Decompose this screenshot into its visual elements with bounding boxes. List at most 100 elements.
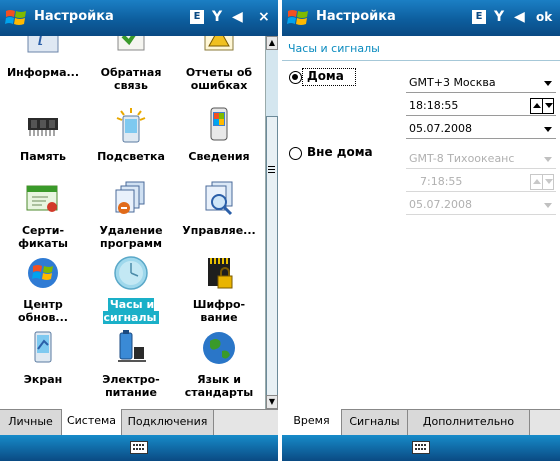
grid-item-label: Управляе...	[182, 224, 256, 237]
spin-separator	[542, 175, 543, 189]
grid-item-power[interactable]: Электро- питание	[88, 329, 174, 407]
tab-time[interactable]: Время	[282, 409, 342, 435]
grid-item-label: Отчеты об ошибках	[185, 66, 253, 92]
windows-start-icon[interactable]	[4, 6, 28, 30]
grid-item-label: Подсветка	[97, 150, 165, 163]
tab-bar: Время Сигналы Дополнительно	[282, 409, 560, 435]
time-spinner[interactable]	[530, 98, 554, 114]
visiting-time-field: 7:18:55	[406, 173, 556, 192]
grid-item-memory[interactable]: Память	[0, 106, 86, 184]
scroll-thumb[interactable]	[266, 116, 278, 396]
visiting-label[interactable]: Вне дома	[307, 145, 373, 159]
error-report-icon	[204, 36, 234, 51]
close-button[interactable]: ×	[258, 8, 270, 26]
screen-icon	[34, 331, 52, 363]
spin-down-icon	[545, 179, 553, 184]
settings-grid: i Информа... Обратная связь Отчеты об ош…	[0, 36, 265, 409]
visiting-radio[interactable]	[289, 147, 302, 160]
keyboard-icon[interactable]	[412, 441, 430, 454]
grid-item-label: Информа...	[6, 66, 80, 79]
grid-item-feedback[interactable]: Обратная связь	[88, 36, 174, 106]
home-label[interactable]: Дома	[307, 69, 344, 83]
scroll-up-button[interactable]: ▲	[266, 36, 278, 50]
home-radio[interactable]	[289, 71, 302, 84]
time-spinner	[530, 174, 554, 190]
grid-item-backlight[interactable]: Подсветка	[88, 106, 174, 184]
scroll-grip-icon	[268, 166, 275, 173]
selected-label: Часы и сигналы	[103, 298, 159, 324]
tab-system[interactable]: Система	[62, 409, 122, 435]
visiting-date-value: 05.07.2008	[409, 198, 472, 211]
grid-item-label: Шифро- вание	[192, 298, 246, 324]
grid-item-screen[interactable]: Экран	[0, 329, 86, 407]
visiting-timezone-value: GMT-8 Тихоокеанс	[409, 152, 515, 165]
soft-key-bar	[0, 435, 278, 461]
spin-down-icon	[545, 103, 553, 108]
feedback-icon	[117, 36, 145, 51]
chevron-down-icon	[544, 157, 552, 162]
globe-icon	[203, 332, 235, 364]
grid-item-update-center[interactable]: Центр обнов...	[0, 254, 86, 332]
grid-item-info[interactable]: i Информа...	[0, 36, 86, 106]
remove-programs-icon	[115, 181, 145, 214]
grid-item-label: Серти- фикаты	[18, 224, 68, 250]
grid-item-managed-programs[interactable]: Управляе...	[176, 180, 262, 258]
grid-item-certificates[interactable]: Серти- фикаты	[0, 180, 86, 258]
network-type-icon: E	[190, 10, 204, 24]
tab-advanced[interactable]: Дополнительно	[408, 410, 530, 435]
grid-item-label: Часы и сигналы	[88, 298, 174, 324]
grid-item-clock-alarms[interactable]: Часы и сигналы	[88, 254, 174, 332]
tab-connections[interactable]: Подключения	[122, 410, 214, 435]
clock-alarms-screen: Настройка E Y ◀ ok Часы и сигналы Дома G…	[282, 0, 560, 461]
vertical-scrollbar[interactable]: ▲ ▼	[265, 36, 278, 409]
visiting-time-value: 7:18:55	[420, 175, 463, 188]
info-icon: i	[27, 36, 59, 53]
scroll-down-button[interactable]: ▼	[266, 395, 278, 409]
chevron-down-icon	[544, 81, 552, 86]
home-date-dropdown[interactable]: 05.07.2008	[406, 120, 556, 139]
clock-icon	[114, 256, 148, 290]
home-timezone-value: GMT+3 Москва	[409, 76, 496, 89]
grid-item-label: Обратная связь	[100, 66, 162, 92]
grid-item-language[interactable]: Язык и стандарты	[176, 329, 262, 407]
grid-item-error-reports[interactable]: Отчеты об ошибках	[176, 36, 262, 106]
spin-up-icon	[533, 103, 541, 108]
home-timezone-dropdown[interactable]: GMT+3 Москва	[406, 74, 556, 93]
settings-screen: Настройка E Y ◀ × i Информа... Обратная …	[0, 0, 278, 461]
power-icon	[118, 330, 146, 362]
encryption-icon	[208, 258, 233, 289]
page-title: Часы и сигналы	[288, 42, 380, 55]
tab-alarms[interactable]: Сигналы	[342, 410, 408, 435]
visiting-timezone-dropdown: GMT-8 Тихоокеанс	[406, 150, 556, 169]
ok-button[interactable]: ok	[536, 8, 552, 26]
chevron-down-icon	[544, 203, 552, 208]
grid-item-label: Электро- питание	[102, 373, 160, 399]
home-time-field[interactable]: 18:18:55	[406, 97, 556, 116]
signal-strength-icon[interactable]: Y	[494, 8, 504, 26]
grid-item-label: Центр обнов...	[18, 298, 68, 324]
volume-icon[interactable]: ◀	[514, 8, 525, 26]
backlight-icon	[116, 108, 146, 143]
signal-strength-icon[interactable]: Y	[212, 8, 222, 26]
grid-item-remove-programs[interactable]: Удаление программ	[88, 180, 174, 258]
home-date-value: 05.07.2008	[409, 122, 472, 135]
windows-start-icon[interactable]	[286, 6, 310, 30]
grid-item-about[interactable]: Сведения	[176, 106, 262, 184]
certificates-icon	[26, 185, 58, 212]
visiting-date-dropdown: 05.07.2008	[406, 196, 556, 215]
spin-separator	[542, 99, 543, 113]
volume-icon[interactable]: ◀	[232, 8, 243, 26]
keyboard-icon[interactable]	[130, 441, 148, 454]
grid-item-encryption[interactable]: Шифро- вание	[176, 254, 262, 332]
chevron-down-icon	[544, 127, 552, 132]
grid-item-label: Память	[19, 150, 66, 163]
svg-text:i: i	[37, 36, 44, 51]
window-title: Настройка	[316, 9, 396, 24]
memory-icon	[28, 118, 58, 136]
title-divider	[282, 60, 560, 61]
home-time-value: 18:18:55	[409, 99, 459, 112]
tab-personal[interactable]: Личные	[0, 410, 62, 435]
soft-key-bar	[282, 435, 560, 461]
grid-item-label: Сведения	[188, 150, 250, 163]
update-center-icon	[28, 258, 58, 288]
